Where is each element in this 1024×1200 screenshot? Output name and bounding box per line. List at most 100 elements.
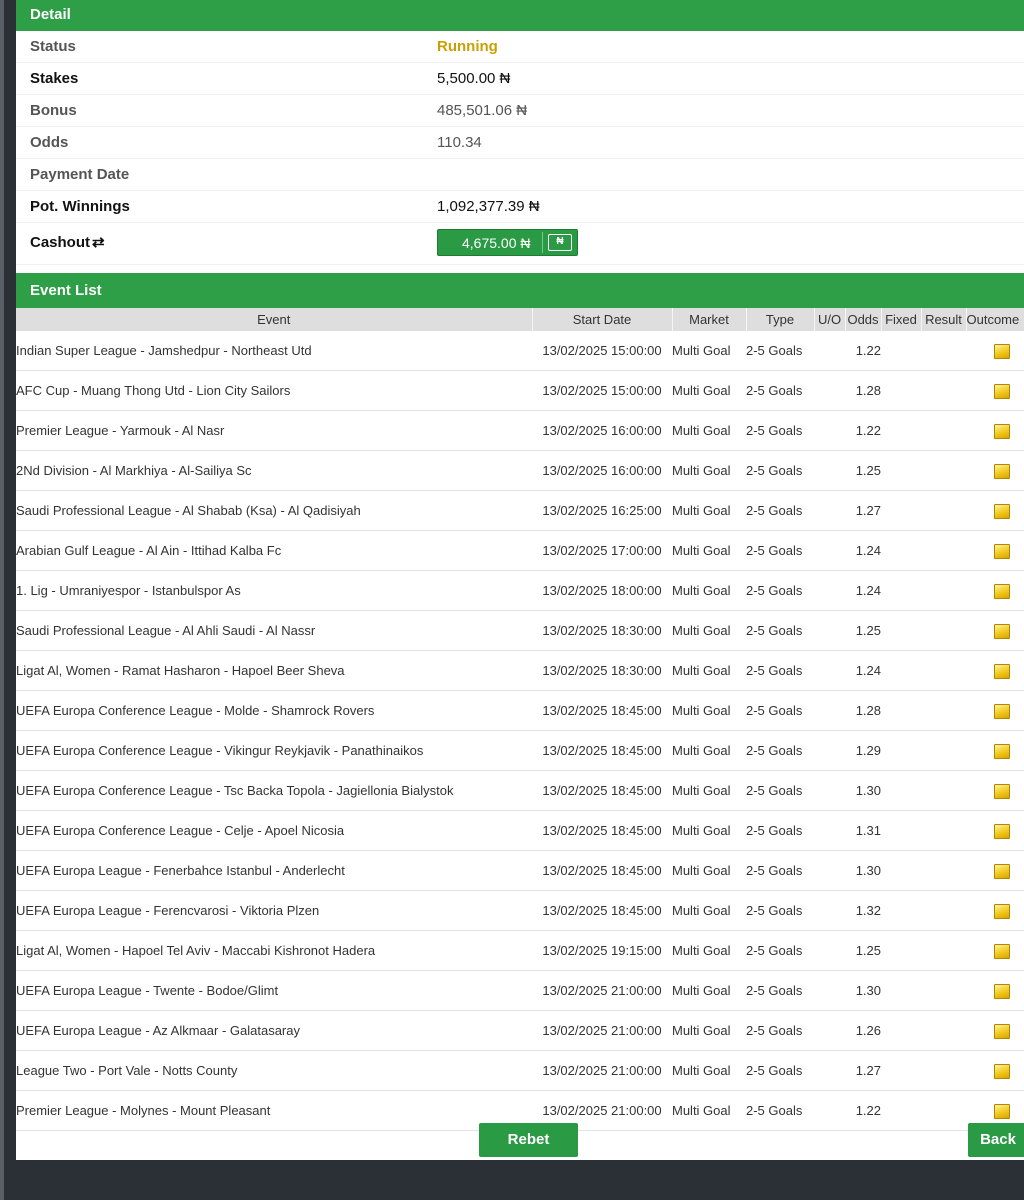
type-cell: 2-5 Goals: [746, 890, 814, 931]
table-row: UEFA Europa League - Fenerbahce Istanbul…: [16, 850, 1024, 891]
rebet-button[interactable]: Rebet: [479, 1123, 578, 1157]
refresh-icon[interactable]: ⇄: [92, 233, 105, 251]
outcome-cell: [966, 970, 1024, 1011]
type-cell: 2-5 Goals: [746, 730, 814, 771]
type-cell: 2-5 Goals: [746, 970, 814, 1011]
outcome-icon[interactable]: [994, 383, 1010, 399]
uo-cell: [814, 1010, 845, 1051]
outcome-icon[interactable]: [994, 463, 1010, 479]
market-cell: Multi Goal: [672, 850, 746, 891]
outcome-icon[interactable]: [994, 943, 1010, 959]
outcome-icon[interactable]: [994, 903, 1010, 919]
uo-cell: [814, 450, 845, 491]
window-edge: [0, 0, 4, 1200]
type-cell: 2-5 Goals: [746, 450, 814, 491]
start-date-cell: 13/02/2025 18:45:00: [532, 810, 672, 851]
fixed-cell: [881, 770, 921, 811]
cashout-label: Cashout: [30, 234, 90, 251]
col-header-result: Result: [921, 308, 967, 331]
result-cell: [921, 850, 966, 891]
fixed-cell: [881, 530, 921, 571]
start-date-cell: 13/02/2025 15:00:00: [532, 331, 672, 371]
type-cell: 2-5 Goals: [746, 930, 814, 971]
odds-cell: 1.24: [845, 650, 881, 691]
start-date-cell: 13/02/2025 18:30:00: [532, 650, 672, 691]
table-row: UEFA Europa Conference League - Molde - …: [16, 690, 1024, 731]
event-cell: Arabian Gulf League - Al Ain - Ittihad K…: [16, 530, 532, 571]
fixed-cell: [881, 690, 921, 731]
uo-cell: [814, 730, 845, 771]
type-cell: 2-5 Goals: [746, 1050, 814, 1091]
table-row: 1. Lig - Umraniyespor - Istanbulspor As 1…: [16, 570, 1024, 611]
table-row: Ligat Al, Women - Hapoel Tel Aviv - Macc…: [16, 930, 1024, 971]
outcome-icon[interactable]: [994, 1023, 1010, 1039]
table-row: 2Nd Division - Al Markhiya - Al-Sailiya …: [16, 450, 1024, 491]
outcome-icon[interactable]: [994, 623, 1010, 639]
detail-row-status: Status Running: [16, 31, 1024, 63]
outcome-icon[interactable]: [994, 663, 1010, 679]
detail-row-cashout: Cashout ⇄ 4,675.00 ₦ ₦: [16, 223, 1024, 265]
outcome-icon[interactable]: [994, 783, 1010, 799]
event-cell: UEFA Europa League - Az Alkmaar - Galata…: [16, 1010, 532, 1051]
col-header-fixed: Fixed: [881, 308, 922, 331]
odds-cell: 1.27: [845, 490, 881, 531]
start-date-cell: 13/02/2025 18:45:00: [532, 850, 672, 891]
cashout-button[interactable]: 4,675.00 ₦ ₦: [437, 229, 578, 256]
odds-cell: 1.31: [845, 810, 881, 851]
uo-cell: [814, 650, 845, 691]
back-button[interactable]: Back: [968, 1123, 1024, 1157]
odds-cell: 1.30: [845, 970, 881, 1011]
event-cell: Indian Super League - Jamshedpur - North…: [16, 331, 532, 371]
outcome-icon[interactable]: [994, 703, 1010, 719]
col-header-outcome: Outcome: [966, 308, 1024, 331]
result-cell: [921, 331, 966, 371]
table-row: UEFA Europa League - Twente - Bodoe/Glim…: [16, 970, 1024, 1011]
fixed-cell: [881, 410, 921, 451]
odds-cell: 1.22: [845, 1090, 881, 1131]
outcome-icon[interactable]: [994, 1103, 1010, 1119]
start-date-cell: 13/02/2025 15:00:00: [532, 370, 672, 411]
outcome-cell: [966, 850, 1024, 891]
odds-cell: 1.29: [845, 730, 881, 771]
type-cell: 2-5 Goals: [746, 810, 814, 851]
outcome-icon[interactable]: [994, 983, 1010, 999]
event-cell: Premier League - Yarmouk - Al Nasr: [16, 410, 532, 451]
odds-value: 110.34: [437, 134, 482, 151]
outcome-icon[interactable]: [994, 1063, 1010, 1079]
outcome-icon[interactable]: [994, 583, 1010, 599]
uo-cell: [814, 970, 845, 1011]
stakes-value: 5,500.00 ₦: [437, 70, 511, 87]
odds-cell: 1.27: [845, 1050, 881, 1091]
outcome-icon[interactable]: [994, 743, 1010, 759]
fixed-cell: [881, 890, 921, 931]
event-table-body: Indian Super League - Jamshedpur - North…: [16, 331, 1024, 1131]
table-row: UEFA Europa Conference League - Vikingur…: [16, 730, 1024, 771]
pot-winnings-value: 1,092,377.39 ₦: [437, 198, 540, 215]
result-cell: [921, 490, 966, 531]
type-cell: 2-5 Goals: [746, 410, 814, 451]
market-cell: Multi Goal: [672, 410, 746, 451]
outcome-cell: [966, 730, 1024, 771]
table-row: Arabian Gulf League - Al Ain - Ittihad K…: [16, 530, 1024, 571]
outcome-icon[interactable]: [994, 863, 1010, 879]
outcome-cell: [966, 490, 1024, 531]
table-row: UEFA Europa Conference League - Tsc Back…: [16, 770, 1024, 811]
type-cell: 2-5 Goals: [746, 850, 814, 891]
type-cell: 2-5 Goals: [746, 530, 814, 571]
outcome-icon[interactable]: [994, 343, 1010, 359]
outcome-icon[interactable]: [994, 503, 1010, 519]
market-cell: Multi Goal: [672, 930, 746, 971]
cashout-label-wrap: Cashout ⇄: [30, 233, 105, 251]
market-cell: Multi Goal: [672, 650, 746, 691]
outcome-cell: [966, 650, 1024, 691]
result-cell: [921, 570, 966, 611]
pot-winnings-label: Pot. Winnings: [30, 198, 130, 215]
outcome-cell: [966, 1010, 1024, 1051]
odds-cell: 1.30: [845, 770, 881, 811]
odds-label: Odds: [30, 134, 69, 151]
outcome-icon[interactable]: [994, 543, 1010, 559]
outcome-icon[interactable]: [994, 823, 1010, 839]
outcome-icon[interactable]: [994, 423, 1010, 439]
fixed-cell: [881, 450, 921, 491]
type-cell: 2-5 Goals: [746, 1090, 814, 1131]
